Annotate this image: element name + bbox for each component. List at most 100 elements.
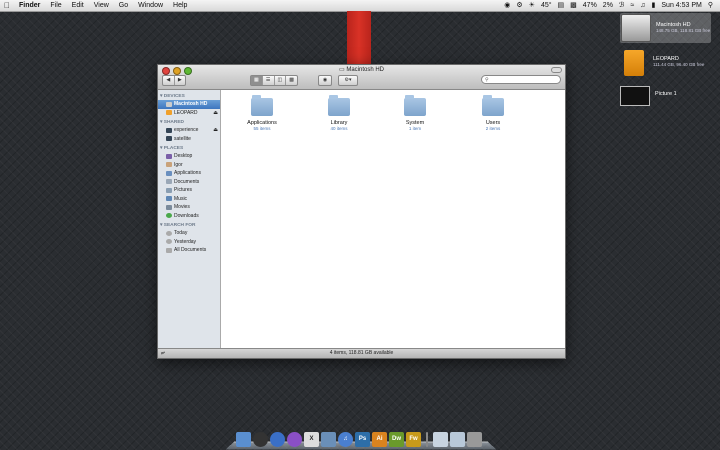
bluetooth-icon[interactable]: ℬ — [616, 0, 628, 11]
picture-file-icon — [620, 86, 650, 106]
menu-file[interactable]: File — [45, 0, 66, 11]
search-icon: ⚲ — [485, 77, 489, 83]
dreamweaver-dock-icon[interactable]: Dw — [389, 432, 404, 447]
bar-graph-icon[interactable]: ▤ — [555, 0, 568, 11]
sidebar-item-music[interactable]: Music — [158, 195, 220, 204]
sun-icon[interactable]: ☀ — [526, 0, 538, 11]
sidebar-item-documents[interactable]: Documents — [158, 178, 220, 187]
safari-dock-icon[interactable] — [270, 432, 285, 447]
sidebar-item-all-documents[interactable]: All Documents — [158, 246, 220, 255]
desktop-icon — [166, 153, 172, 159]
sidebar-item-igor[interactable]: Igor — [158, 161, 220, 170]
menu-app-name[interactable]: Finder — [14, 0, 45, 11]
itunes-dock-icon[interactable]: ♫ — [338, 432, 353, 447]
resize-handle-icon[interactable]: ⥂ — [161, 349, 165, 358]
sidebar-item-label: experience — [174, 127, 199, 133]
wifi-icon[interactable]: ≈ — [627, 0, 637, 11]
column-view-button[interactable]: ◫ — [275, 76, 287, 85]
photoshop-dock-icon[interactable]: Ps — [355, 432, 370, 447]
pictures-icon — [166, 187, 172, 193]
quick-look-button[interactable]: ◉ — [318, 75, 332, 86]
sidebar-header-search-for[interactable]: ▾ SEARCH FOR — [158, 220, 220, 229]
library-folder-icon — [328, 95, 350, 116]
sidebar-item-yesterday[interactable]: Yesterday — [158, 238, 220, 247]
sidebar-item-applications[interactable]: Applications — [158, 169, 220, 178]
clock-icon — [166, 230, 172, 236]
eject-icon[interactable]: ⏏ — [213, 126, 218, 135]
usb-drive-icon — [624, 50, 644, 76]
spotlight-icon[interactable]: ⚲ — [705, 0, 716, 11]
x11-dock-icon[interactable]: X — [304, 432, 319, 447]
fireworks-dock-icon[interactable]: Fw — [406, 432, 421, 447]
trash-dock-icon[interactable] — [467, 432, 482, 447]
dashboard-dock-icon[interactable] — [253, 432, 268, 447]
sidebar-item-label: Desktop — [174, 153, 193, 159]
menu-window[interactable]: Window — [133, 0, 168, 11]
sidebar-item-desktop[interactable]: Desktop — [158, 152, 220, 161]
sidebar-item-experience[interactable]: experience ⏏ — [158, 126, 220, 135]
ichat-dock-icon[interactable] — [287, 432, 302, 447]
home-icon — [166, 162, 172, 168]
back-button[interactable]: ◀ — [163, 76, 175, 85]
sidebar-item-movies[interactable]: Movies — [158, 203, 220, 212]
sidebar-item-label: Downloads — [174, 212, 199, 219]
list-view-button[interactable]: ☰ — [263, 76, 275, 85]
wallpaper-ribbon — [347, 11, 371, 71]
eject-icon[interactable]: ⏏ — [213, 109, 218, 118]
cover-flow-button[interactable]: ▩ — [286, 76, 297, 85]
back-forward-buttons: ◀ ▶ — [162, 75, 186, 86]
sidebar-header-places[interactable]: ▾ PLACES — [158, 143, 220, 152]
folder-library[interactable]: Library 40 items — [314, 95, 364, 131]
sidebar-item-label: All Documents — [174, 247, 207, 253]
folder-users[interactable]: Users 2 items — [468, 95, 518, 131]
gear-status-icon[interactable]: ⚙ — [513, 0, 525, 11]
downloads-stack-dock-icon[interactable] — [450, 432, 465, 447]
documents-icon — [166, 179, 172, 185]
search-field[interactable]: ⚲ — [481, 75, 561, 84]
monitor-icon[interactable]: ▩ — [567, 0, 580, 11]
desktop-icon-macintosh-hd[interactable]: Macintosh HD 148.75 GB, 118.81 GB free — [620, 13, 712, 43]
menu-edit[interactable]: Edit — [67, 0, 89, 11]
icon-view-button[interactable]: ▦ — [251, 76, 263, 85]
sidebar-item-today[interactable]: Today — [158, 229, 220, 238]
folder-applications[interactable]: Applications 55 items — [237, 95, 287, 131]
sidebar-header-devices[interactable]: ▾ DEVICES — [158, 91, 220, 100]
menu-go[interactable]: Go — [114, 0, 133, 11]
menu-help[interactable]: Help — [168, 0, 192, 11]
clock[interactable]: Sun 4:53 PM — [658, 0, 704, 11]
sidebar-item-pictures[interactable]: Pictures — [158, 186, 220, 195]
sidebar-item-macintosh-hd[interactable]: Macintosh HD — [158, 100, 220, 109]
drive-icon: ▭ — [338, 67, 345, 73]
gear-icon: ⚙▾ — [344, 77, 352, 83]
sidebar-item-leopard[interactable]: LEOPARD ⏏ — [158, 109, 220, 118]
folder-system[interactable]: System 1 item — [390, 95, 440, 131]
file-browser[interactable]: Applications 55 items Library 40 items S… — [221, 90, 565, 349]
sidebar-item-satellite[interactable]: satellite — [158, 135, 220, 144]
window-titlebar[interactable]: ▭ Macintosh HD ◀ ▶ ▦ ☰ ◫ ▩ ◉ ⚙▾ ⚲ — [158, 65, 565, 90]
toolbar-toggle-button[interactable] — [551, 67, 562, 73]
desktop-icon-leopard[interactable]: LEOPARD 111.44 GB, 96.40 GB free — [620, 50, 704, 76]
sidebar-item-label: Igor — [174, 161, 183, 168]
misc-readout[interactable]: 2% — [600, 0, 616, 11]
window-title: ▭ Macintosh HD — [158, 66, 565, 73]
sidebar-item-label: Macintosh HD — [174, 101, 208, 107]
action-menu-button[interactable]: ⚙▾ — [338, 75, 358, 86]
clock-icon — [166, 239, 172, 245]
apple-menu-icon[interactable]:  — [0, 0, 14, 11]
documents-stack-dock-icon[interactable] — [433, 432, 448, 447]
spotlight-status-icon[interactable]: ◉ — [501, 0, 513, 11]
battery-icon[interactable]: ▮ — [649, 0, 659, 11]
forward-button[interactable]: ▶ — [175, 76, 186, 85]
status-text: 4 items, 118.81 GB available — [329, 350, 394, 356]
desktop-icon-label: Picture 1 — [655, 91, 677, 97]
desktop-icon-picture-1[interactable]: Picture 1 — [620, 86, 677, 106]
user-dock-icon[interactable] — [321, 432, 336, 447]
finder-dock-icon[interactable] — [236, 432, 251, 447]
illustrator-dock-icon[interactable]: Ai — [372, 432, 387, 447]
sidebar-item-downloads[interactable]: Downloads — [158, 212, 220, 221]
sidebar-header-shared[interactable]: ▾ SHARED — [158, 117, 220, 126]
battery-readout[interactable]: 47% — [580, 0, 600, 11]
menu-view[interactable]: View — [89, 0, 114, 11]
volume-icon[interactable]: ♫ — [637, 0, 648, 11]
temperature-readout[interactable]: 45° — [538, 0, 555, 11]
